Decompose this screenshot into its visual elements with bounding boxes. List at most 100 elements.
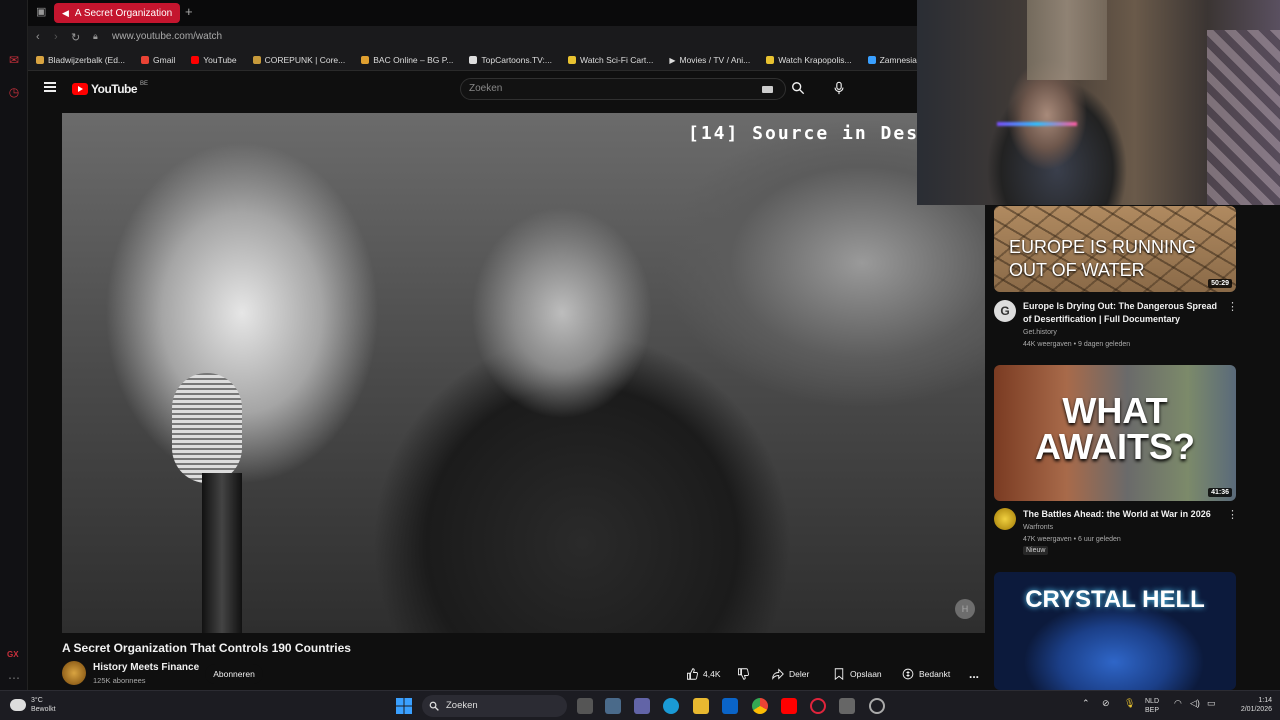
bookmark-item[interactable]: TopCartoons.TV:...	[469, 55, 552, 65]
search-icon	[429, 701, 439, 711]
related-thumbnail[interactable]: CRYSTAL HELL	[994, 572, 1236, 690]
clock[interactable]: 1:14 2/01/2026	[1222, 696, 1272, 714]
new-tab-button[interactable]: +	[185, 4, 193, 19]
task-view-icon[interactable]	[577, 698, 593, 714]
weather-condition: Bewolkt	[31, 706, 56, 713]
gx-label: GX	[7, 650, 19, 659]
thumbs-down-icon	[738, 668, 749, 680]
thumbnail-text: EUROPE IS RUNNING OUT OF WATER	[1009, 237, 1197, 280]
corepunk-icon	[252, 56, 261, 64]
video-mic-stand-shape	[202, 473, 242, 633]
volume-icon[interactable]: ◁)	[1190, 699, 1200, 708]
scifi-icon	[567, 56, 576, 64]
kebab-menu-icon[interactable]: ⋮	[1227, 302, 1238, 313]
reload-icon[interactable]: ↻	[71, 31, 80, 44]
speaker-icon[interactable]: ◀	[62, 8, 69, 19]
bac-icon	[361, 56, 370, 64]
dislike-button[interactable]	[737, 664, 749, 684]
video-title: A Secret Organization That Controls 190 …	[62, 641, 351, 655]
webcam-background-curtain	[1027, 0, 1107, 80]
lock-icon: 🔒︎	[93, 31, 98, 41]
channel-avatar[interactable]	[62, 661, 86, 685]
back-icon[interactable]: ‹	[36, 31, 40, 43]
related-video-meta: 44K weergaven • 9 dagen geleden	[1023, 341, 1131, 348]
taskbar-search-input[interactable]: Zoeken	[422, 695, 567, 717]
subscribe-button[interactable]: Abonneren	[205, 664, 263, 684]
keyboard-icon[interactable]	[762, 86, 773, 93]
duration-badge: 50:29	[1208, 279, 1232, 288]
file-explorer-icon[interactable]	[693, 698, 709, 714]
bookmark-item[interactable]: COREPUNK | Core...	[252, 55, 345, 65]
save-button[interactable]: Opslaan	[833, 664, 882, 684]
channel-watermark[interactable]: H	[955, 599, 975, 619]
cloud-icon	[10, 699, 26, 711]
tab-menu-icon[interactable]: ▣	[36, 5, 46, 18]
tab-active[interactable]: ◀ A Secret Organization	[54, 3, 180, 23]
related-thumbnail[interactable]: EUROPE IS RUNNING OUT OF WATER 50:29	[994, 206, 1236, 292]
windows-start-icon[interactable]	[396, 698, 412, 714]
bookmark-item[interactable]: Bladwijzerbalk (Ed...	[36, 55, 125, 65]
gmail-icon	[141, 56, 150, 64]
topcartoons-icon	[469, 56, 478, 64]
bookmark-item[interactable]: YouTube	[191, 55, 237, 65]
youtube-logo[interactable]: YouTube BE	[72, 81, 148, 96]
video-player[interactable]: [14] Source in Descri H	[62, 113, 985, 633]
thanks-label: Bedankt	[919, 669, 951, 679]
more-icon[interactable]: ⋯	[6, 670, 22, 686]
language-indicator[interactable]: NLD BEP	[1145, 697, 1159, 715]
url-field[interactable]: www.youtube.com/watch	[112, 31, 222, 42]
battery-icon[interactable]: ▭	[1207, 699, 1216, 708]
related-thumbnail[interactable]: WHAT AWAITS? 41:36	[994, 365, 1236, 501]
opera-gx-icon[interactable]	[810, 698, 826, 714]
bookmark-item[interactable]: BAC Online – BG P...	[361, 55, 453, 65]
share-icon	[772, 668, 784, 680]
bookmark-item[interactable]: Gmail	[141, 55, 175, 65]
subscriber-count: 125K abonnees	[93, 676, 146, 685]
search-input[interactable]: Zoeken	[460, 78, 786, 100]
related-video-title[interactable]: The Battles Ahead: the World at War in 2…	[1023, 508, 1223, 521]
like-button[interactable]: 4,4K	[686, 664, 721, 684]
youtube-play-icon	[72, 83, 88, 95]
forward-icon[interactable]: ›	[54, 31, 58, 43]
kebab-menu-icon[interactable]: ⋮	[1227, 510, 1238, 521]
chrome-icon[interactable]	[752, 698, 768, 714]
windows-taskbar: 3°C Bewolkt Zoeken ⌃ ⊘ 🎙︎ NLD BEP ◠ ◁) ▭…	[0, 690, 1280, 720]
store-icon[interactable]	[605, 698, 621, 714]
settings-gear-icon[interactable]	[869, 698, 885, 714]
youtube-logo-text: YouTube	[91, 82, 138, 96]
zamnesia-icon	[867, 56, 876, 64]
teams-icon[interactable]	[634, 698, 650, 714]
related-channel-name[interactable]: Warfronts	[1023, 522, 1053, 533]
opera-sidebar: ✉ ◷ GX ⋯	[0, 0, 28, 690]
thumbnail-text: CRYSTAL HELL	[1025, 586, 1205, 613]
related-channel-name[interactable]: Get.history	[1023, 327, 1057, 338]
share-button[interactable]: Deler	[772, 664, 809, 684]
bookmark-item[interactable]: Zamnesia |	[867, 55, 921, 65]
youtube-app-icon[interactable]	[781, 698, 797, 714]
channel-name[interactable]: History Meets Finance	[93, 662, 199, 673]
channel-avatar[interactable]	[994, 508, 1016, 530]
webcam-rgb-lights	[997, 122, 1077, 126]
outlook-icon[interactable]	[722, 698, 738, 714]
hamburger-menu-icon[interactable]	[44, 82, 56, 92]
weather-widget[interactable]: 3°C Bewolkt	[10, 696, 56, 714]
channel-avatar[interactable]: G	[994, 300, 1016, 322]
network-off-icon[interactable]: ⊘	[1102, 699, 1110, 708]
history-icon[interactable]: ◷	[6, 84, 22, 100]
messenger-icon[interactable]: ✉	[6, 52, 22, 68]
thanks-button[interactable]: Bedankt	[902, 664, 950, 684]
chevron-up-icon[interactable]: ⌃	[1082, 699, 1090, 708]
calculator-icon[interactable]	[839, 698, 855, 714]
edge-icon[interactable]	[663, 698, 679, 714]
bookmark-item[interactable]: ▶ Movies / TV / Ani...	[669, 55, 750, 65]
webcam-overlay	[917, 0, 1280, 205]
more-actions-button[interactable]: ...	[969, 664, 979, 684]
wifi-icon[interactable]: ◠	[1174, 699, 1182, 708]
bookmark-item[interactable]: Watch Sci-Fi Cart...	[567, 55, 653, 65]
related-video-title[interactable]: Europe Is Drying Out: The Dangerous Spre…	[1023, 300, 1223, 326]
microphone-tray-icon[interactable]: 🎙︎	[1124, 699, 1135, 708]
search-icon[interactable]	[791, 81, 805, 95]
duration-badge: 41:36	[1208, 488, 1232, 497]
bookmark-item[interactable]: Watch Krapopolis...	[766, 55, 852, 65]
microphone-icon[interactable]	[832, 81, 846, 95]
